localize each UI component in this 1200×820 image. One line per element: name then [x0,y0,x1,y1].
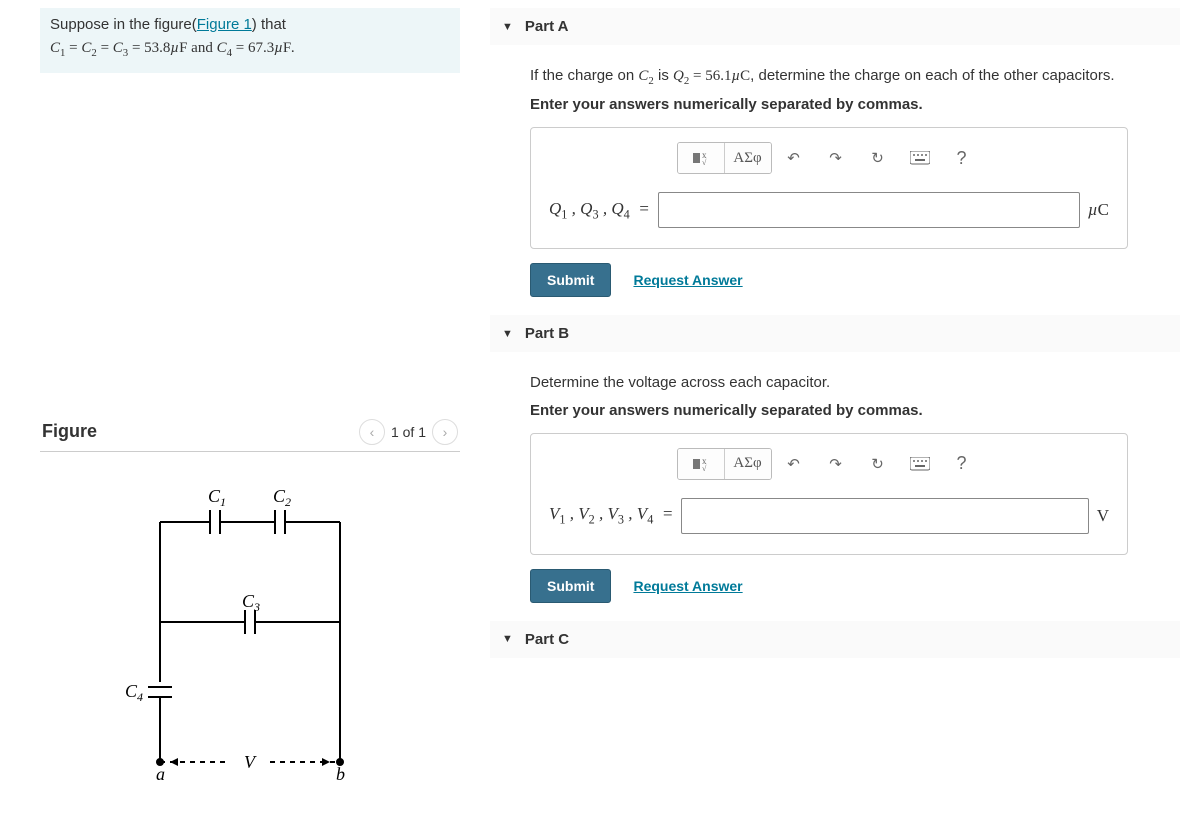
svg-text:C3: C3 [242,591,260,614]
part-b-label: Part B [525,325,569,342]
part-a-unit: µC [1088,200,1109,220]
part-b-body: Determine the voltage across each capaci… [490,352,1180,621]
figure-header: Figure ‹ 1 of 1 › [40,413,460,452]
undo-icon[interactable]: ↶ [778,144,810,172]
part-a-header[interactable]: ▼ Part A [490,8,1180,45]
svg-text:C2: C2 [273,486,291,509]
undo-icon[interactable]: ↶ [778,450,810,478]
collapse-icon: ▼ [502,633,513,645]
part-b-answer-box: x√ ΑΣφ ↶ ↷ ↻ ? V1 , V2 , V3 , V4 = V [530,433,1128,555]
svg-text:√: √ [702,158,707,166]
svg-text:√: √ [702,464,707,472]
part-a-request-answer-link[interactable]: Request Answer [633,272,742,288]
part-b-request-answer-link[interactable]: Request Answer [633,578,742,594]
prev-figure-button[interactable]: ‹ [359,419,385,445]
part-a-body: If the charge on C2 is Q2 = 56.1µC, dete… [490,45,1180,315]
part-a-answer-box: x√ ΑΣφ ↶ ↷ ↻ ? Q1 , Q3 , Q4 = µC [530,127,1128,249]
part-a-lhs: Q1 , Q3 , Q4 = [549,199,650,222]
reset-icon[interactable]: ↻ [862,450,894,478]
given-equation: C1 = C2 = C3 = 53.8µF [50,40,191,56]
collapse-icon: ▼ [502,328,513,340]
part-b-lhs: V1 , V2 , V3 , V4 = [549,504,673,527]
svg-text:b: b [336,764,345,782]
reset-icon[interactable]: ↻ [862,144,894,172]
help-icon[interactable]: ? [946,144,978,172]
part-c-label: Part C [525,631,569,648]
figure-title: Figure [42,421,97,442]
pager-text: 1 of 1 [391,424,426,440]
given-c4: C4 = 67.3µF. [217,40,295,56]
part-a-submit-button[interactable]: Submit [530,263,611,297]
intro-text-post: ) that [252,16,286,33]
part-b-unit: V [1097,506,1109,526]
problem-intro: Suppose in the figure(Figure 1) that C1 … [40,8,460,73]
part-a-input[interactable] [658,192,1080,228]
part-b-question: Determine the voltage across each capaci… [530,370,1170,396]
keyboard-icon[interactable] [904,144,936,172]
part-c-header[interactable]: ▼ Part C [490,621,1180,658]
greek-button[interactable]: ΑΣφ [725,449,771,479]
next-figure-button[interactable]: › [432,419,458,445]
svg-text:C4: C4 [125,681,143,704]
circuit-diagram: C1 C2 C3 C4 a b V [120,482,460,786]
part-a-question: If the charge on C2 is Q2 = 56.1µC, dete… [530,63,1170,90]
part-b-instruction: Enter your answers numerically separated… [530,402,1170,419]
figure-pager: ‹ 1 of 1 › [359,419,458,445]
help-icon[interactable]: ? [946,450,978,478]
part-a-label: Part A [525,18,569,35]
part-b-input[interactable] [681,498,1088,534]
templates-icon[interactable]: x√ [678,143,725,173]
svg-text:V: V [244,752,257,772]
templates-icon[interactable]: x√ [678,449,725,479]
part-a-instruction: Enter your answers numerically separated… [530,96,1170,113]
redo-icon[interactable]: ↷ [820,450,852,478]
svg-text:C1: C1 [208,486,226,509]
svg-text:a: a [156,764,165,782]
intro-text: Suppose in the figure( [50,16,197,33]
figure-link[interactable]: Figure 1 [197,16,252,33]
keyboard-icon[interactable] [904,450,936,478]
collapse-icon: ▼ [502,21,513,33]
part-b-submit-button[interactable]: Submit [530,569,611,603]
redo-icon[interactable]: ↷ [820,144,852,172]
answer-toolbar: x√ ΑΣφ ↶ ↷ ↻ ? [549,142,1109,174]
answer-toolbar: x√ ΑΣφ ↶ ↷ ↻ ? [549,448,1109,480]
greek-button[interactable]: ΑΣφ [725,143,771,173]
part-b-header[interactable]: ▼ Part B [490,315,1180,352]
